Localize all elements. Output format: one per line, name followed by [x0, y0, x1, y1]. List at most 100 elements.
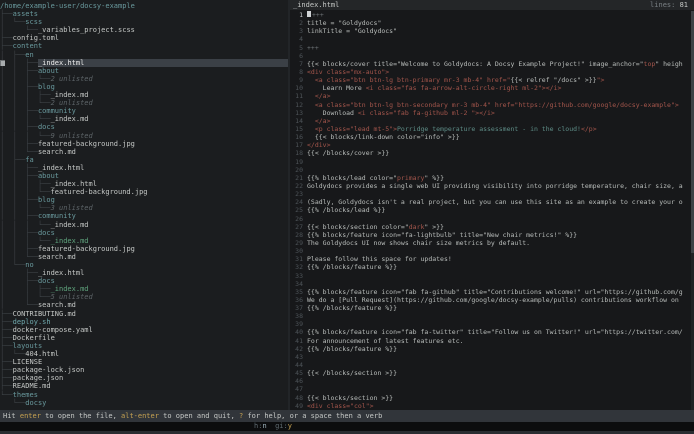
status-text: to open and quit,	[159, 412, 239, 420]
code-line: 37{{% /blocks/feature %}}	[290, 304, 690, 312]
tree-row[interactable]: ├──config.toml	[0, 34, 290, 42]
line-number: 39	[290, 320, 303, 328]
tree-row[interactable]: │ │ ├──blog	[0, 83, 290, 91]
broot-window: /home/example-user/docsy-example├──asset…	[0, 0, 694, 434]
tree-branch-lines: │ │ │ └──	[0, 99, 51, 107]
code-line: 7{{< blocks/cover title="Welcome to Gold…	[290, 60, 690, 68]
code-text: {{< blocks/cover title="Welcome to Goldy…	[307, 60, 683, 68]
tree-row[interactable]: │ ├──fa	[0, 156, 290, 164]
tree-branch-lines: │ │ ├──	[0, 164, 38, 172]
tree-row-unlisted[interactable]: │ │ │ └──2 unlisted	[0, 75, 290, 83]
tree-row-unlisted[interactable]: │ │ │ └──2 unlisted	[0, 99, 290, 107]
tree-row[interactable]: ├──deploy.sh	[0, 318, 290, 326]
flag-label: gi:	[275, 422, 288, 430]
tree-entry-name: no	[25, 261, 33, 269]
tree-branch-lines: │ │ ├──	[0, 140, 38, 148]
line-number: 21	[290, 174, 303, 182]
tree-row[interactable]: │ │ │ ├──_index.html	[0, 180, 290, 188]
code-segment: {{% blocks/feature icon="fab fa-github" …	[307, 288, 683, 296]
code-segment: {{< /blocks/section >}}	[307, 369, 397, 377]
tree-row[interactable]: ├──layouts	[0, 342, 290, 350]
tree-entry-name: _index.md	[51, 221, 89, 229]
tree-row[interactable]: ├──README.md	[0, 382, 290, 390]
code-line: 40{{% blocks/feature icon="fab fa-twitte…	[290, 328, 690, 336]
code-line: 3linkTitle = "Goldydocs"	[290, 27, 690, 35]
code-text: We do a [Pull Request](https://github.co…	[307, 296, 683, 304]
file-tree-pane[interactable]: /home/example-user/docsy-example├──asset…	[0, 0, 290, 410]
line-number: 37	[290, 304, 303, 312]
line-number: 16	[290, 133, 303, 141]
tree-entry-name: _index.md	[51, 115, 89, 123]
code-line: 39	[290, 320, 690, 328]
tree-row[interactable]: │ │ │ └──_index.md	[0, 221, 290, 229]
tree-root-path[interactable]: /home/example-user/docsy-example	[0, 2, 290, 10]
tree-row[interactable]: │ │ ├──community	[0, 212, 290, 220]
code-text: {{< blocks/link-down color="info" >}}	[307, 133, 460, 141]
line-number: 19	[290, 158, 303, 166]
tree-row[interactable]: │ │ ├──_index.html	[0, 59, 290, 67]
tree-branch-lines: ├──	[0, 318, 13, 326]
tree-row[interactable]: ├──docker-compose.yaml	[0, 326, 290, 334]
code-segment: dark	[409, 223, 425, 231]
code-line: 41For announcement of latest features et…	[290, 337, 690, 345]
tree-entry-name: README.md	[13, 382, 51, 390]
tree-row[interactable]: ├──CONTRIBUTING.md	[0, 310, 290, 318]
tree-row[interactable]: │ └──no	[0, 261, 290, 269]
tree-row[interactable]: │ │ ├──featured-background.jpg	[0, 245, 290, 253]
code-line: 20	[290, 166, 690, 174]
tree-row[interactable]: │ └──search.md	[0, 301, 290, 309]
tree-row[interactable]: ├──Dockerfile	[0, 334, 290, 342]
tree-branch-lines: │ └──	[0, 261, 25, 269]
code-segment: ">	[597, 76, 605, 84]
tree-entry-name: search.md	[38, 301, 76, 309]
tree-branch-lines: │ │ ├──	[0, 67, 38, 75]
tree-row[interactable]: │ ├──_index.html	[0, 269, 290, 277]
line-number: 4	[290, 35, 303, 43]
tree-branch-lines: ├──	[0, 310, 13, 318]
code-segment: {{% /blocks/feature %}}	[307, 345, 397, 353]
code-line: 21{{% blocks/lead color="primary" %}}	[290, 174, 690, 182]
tree-entry-name: 2 unlisted	[51, 75, 93, 83]
status-text: to open the file,	[41, 412, 121, 420]
command-input-bar[interactable]: :e h:n gi:y	[0, 422, 694, 431]
code-line: 16 {{< blocks/link-down color="info" >}}	[290, 133, 690, 141]
tree-row[interactable]: │ │ ├──_index.html	[0, 164, 290, 172]
tree-row[interactable]: │ │ │ ├──_index.md	[0, 91, 290, 99]
code-line: 13 Download <i class="fab fa-github ml-2…	[290, 109, 690, 117]
tree-row[interactable]: │ │ ├──docs	[0, 229, 290, 237]
code-text: <div class="col">	[307, 402, 374, 410]
tree-row[interactable]: │ │ ├──featured-background.jpg	[0, 140, 290, 148]
tree-row[interactable]: ├──LICENSE	[0, 358, 290, 366]
code-segment: Please follow this space for updates!	[307, 255, 452, 263]
tree-row-unlisted[interactable]: │ │ │ └──9 unlisted	[0, 132, 290, 140]
tree-row[interactable]: │ │ ├──about	[0, 172, 290, 180]
tree-row[interactable]: │ │ ├──docs	[0, 123, 290, 131]
line-number: 36	[290, 296, 303, 304]
tree-row[interactable]: │ │ └──search.md	[0, 148, 290, 156]
line-number: 27	[290, 223, 303, 231]
line-number: 43	[290, 353, 303, 361]
tree-row[interactable]: │ ├──en	[0, 51, 290, 59]
code-segment: Download	[307, 109, 358, 117]
tree-row[interactable]: └──docsy	[0, 399, 290, 407]
tree-branch-lines: ├──	[0, 326, 13, 334]
tree-row[interactable]: └──themes	[0, 391, 290, 399]
tree-row[interactable]: ├──content	[0, 42, 290, 50]
tree-row[interactable]: │ │ │ └──_index.md	[0, 237, 290, 245]
code-line: 10 Learn More <i class="fas fa-arrow-alt…	[290, 84, 690, 92]
tree-entry-name: layouts	[13, 342, 43, 350]
tree-entry-name: featured-background.jpg	[38, 245, 135, 253]
tree-row[interactable]: │ │ └──search.md	[0, 253, 290, 261]
code-segment: </a>	[307, 92, 330, 100]
code-line: 14 </a>	[290, 117, 690, 125]
code-line: 47	[290, 385, 690, 393]
tree-row[interactable]: │ └──404.html	[0, 350, 290, 358]
code-line: 2title = "Goldydocs"	[290, 19, 690, 27]
code-text: For announcement of latest features etc.	[307, 337, 464, 345]
code-text: </div>	[307, 141, 330, 149]
tree-row[interactable]: ├──assets	[0, 10, 290, 18]
tree-branch-lines: ├──	[0, 342, 13, 350]
line-number: 15	[290, 125, 303, 133]
code-segment: Learn More	[307, 84, 366, 92]
tree-row[interactable]: │ │ ├──about	[0, 67, 290, 75]
